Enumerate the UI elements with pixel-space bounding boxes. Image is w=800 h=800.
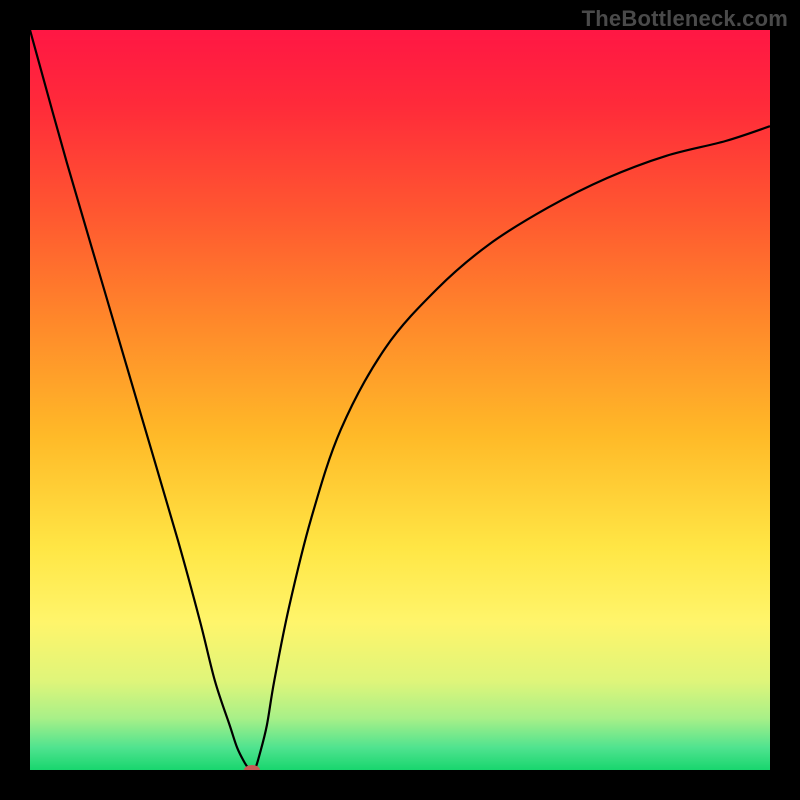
gradient-background <box>30 30 770 770</box>
watermark-text: TheBottleneck.com <box>582 6 788 32</box>
chart-frame: TheBottleneck.com <box>0 0 800 800</box>
bottleneck-chart <box>30 30 770 770</box>
plot-area <box>30 30 770 770</box>
